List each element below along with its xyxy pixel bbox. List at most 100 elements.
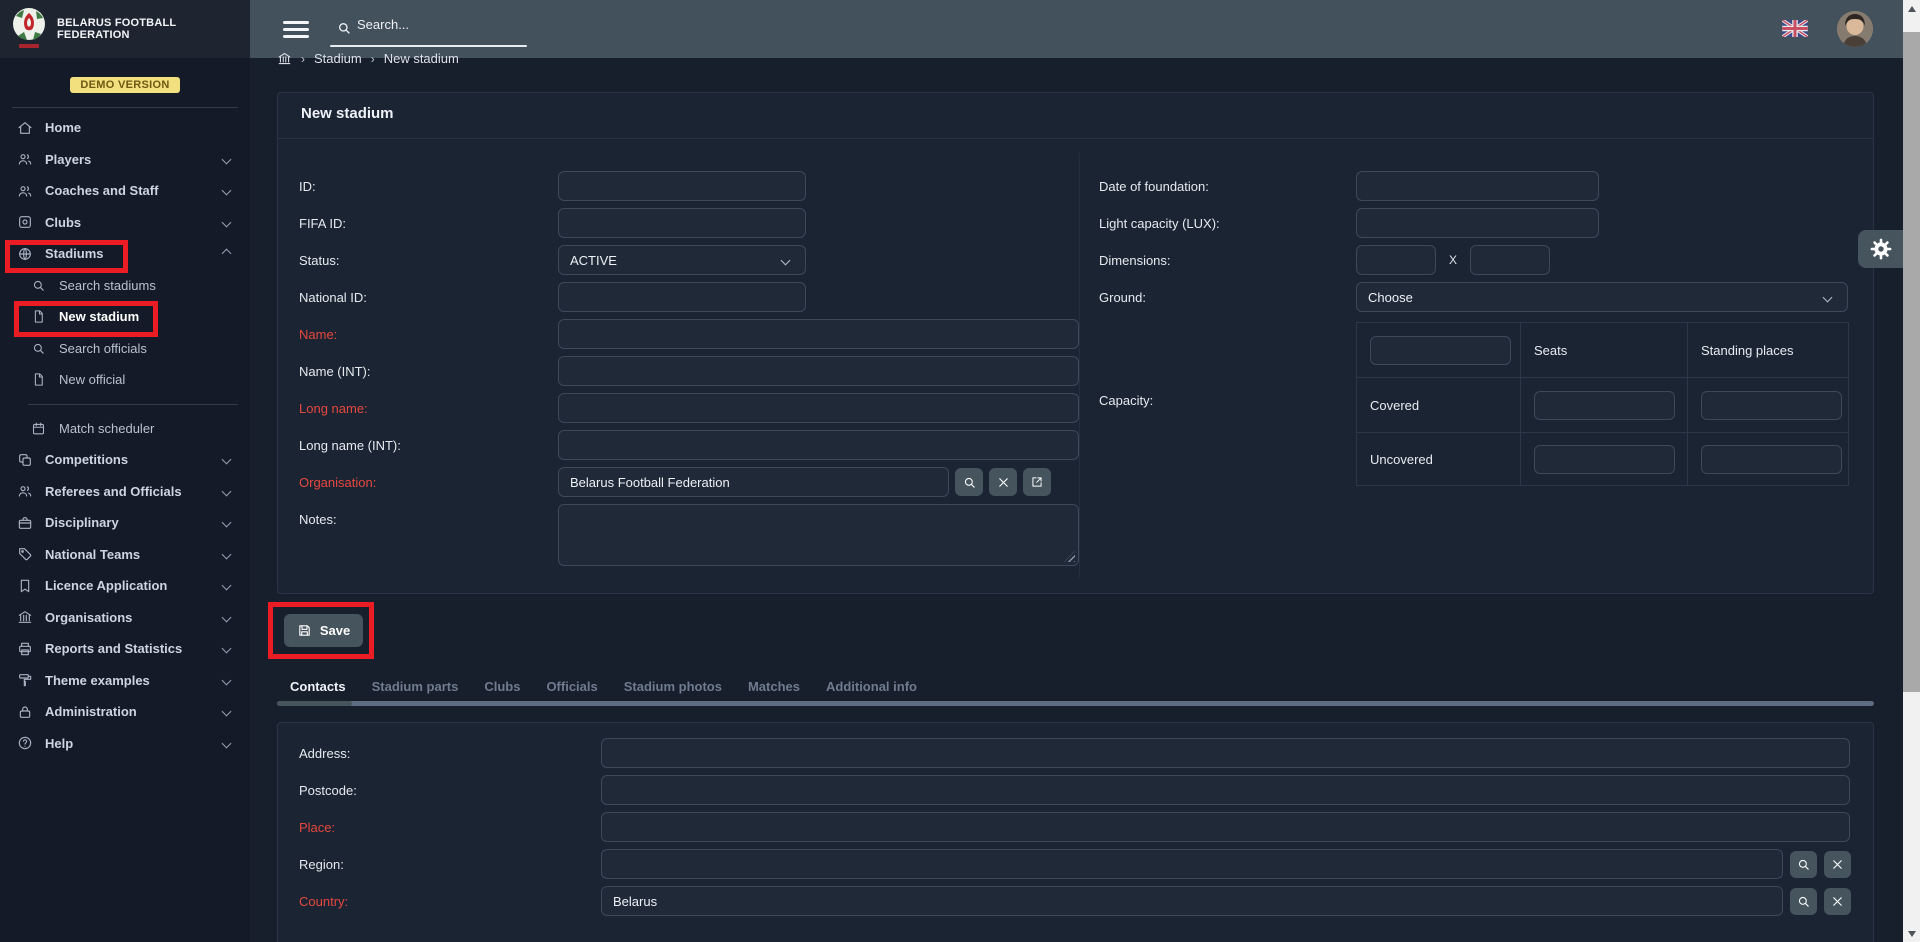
- scrollbar-thumb[interactable]: [1903, 32, 1920, 692]
- card-divider: [278, 138, 1873, 139]
- tab-clubs[interactable]: Clubs: [484, 679, 520, 694]
- status-select[interactable]: ACTIVE: [558, 245, 806, 275]
- long-name-input[interactable]: [558, 393, 1079, 423]
- sidebar-item-new-official[interactable]: New official: [0, 364, 250, 396]
- search-input[interactable]: [357, 17, 525, 32]
- uncovered-seats-input[interactable]: [1534, 445, 1675, 474]
- country-search-button[interactable]: [1790, 888, 1817, 915]
- region-search-button[interactable]: [1790, 851, 1817, 878]
- save-icon: [297, 623, 312, 638]
- language-flag-icon[interactable]: [1782, 20, 1808, 37]
- organisation-search-button[interactable]: [955, 468, 983, 496]
- capacity-header-cell: [1357, 323, 1521, 378]
- chevron-down-icon: [222, 581, 232, 591]
- region-input[interactable]: [601, 849, 1783, 879]
- sidebar-item-licence-application[interactable]: Licence Application: [0, 570, 250, 602]
- tab-contacts[interactable]: Contacts: [290, 679, 346, 694]
- capacity-row-uncovered: Uncovered: [1357, 433, 1521, 485]
- sidebar-item-administration[interactable]: Administration: [0, 696, 250, 728]
- name-input[interactable]: [558, 319, 1079, 349]
- country-input[interactable]: [601, 886, 1783, 916]
- scroll-up-arrow[interactable]: [1903, 0, 1920, 17]
- ground-select[interactable]: Choose: [1356, 282, 1848, 312]
- covered-standing-input[interactable]: [1701, 391, 1842, 420]
- app-root: BELARUS FOOTBALL FEDERATION DEMO VERSION…: [0, 0, 1920, 942]
- dimension-length-input[interactable]: [1356, 245, 1436, 275]
- tab-stadium-parts[interactable]: Stadium parts: [372, 679, 459, 694]
- sidebar-item-clubs[interactable]: Clubs: [0, 207, 250, 239]
- sidebar-item-theme-examples[interactable]: Theme examples: [0, 665, 250, 697]
- tab-officials[interactable]: Officials: [546, 679, 597, 694]
- national-id-input[interactable]: [558, 282, 806, 312]
- name-int-input[interactable]: [558, 356, 1079, 386]
- sidebar-item-disciplinary[interactable]: Disciplinary: [0, 507, 250, 539]
- place-input[interactable]: [601, 812, 1850, 842]
- home-bank-icon[interactable]: [277, 51, 292, 66]
- chevron-down-icon: [222, 644, 232, 654]
- sidebar-item-referees-and-officials[interactable]: Referees and Officials: [0, 476, 250, 508]
- postcode-input[interactable]: [601, 775, 1850, 805]
- contacts-row-address: Address:: [299, 737, 1859, 769]
- notes-textarea[interactable]: [558, 504, 1079, 566]
- light-capacity-lux-input[interactable]: [1356, 208, 1599, 238]
- contacts-row-region: Region:: [299, 848, 1859, 880]
- sidebar-item-organisations[interactable]: Organisations: [0, 602, 250, 634]
- brand-title: BELARUS FOOTBALL FEDERATION: [57, 17, 250, 41]
- address-input[interactable]: [601, 738, 1850, 768]
- breadcrumb-separator: ›: [371, 52, 375, 66]
- sidebar-item-search-stadiums[interactable]: Search stadiums: [0, 270, 250, 302]
- field-label: ID:: [299, 179, 558, 194]
- id-input[interactable]: [558, 171, 806, 201]
- capacity-cell: [1521, 433, 1688, 485]
- scroll-down-arrow[interactable]: [1903, 925, 1920, 942]
- date-of-foundation-input[interactable]: [1356, 171, 1599, 201]
- uncovered-standing-input[interactable]: [1701, 445, 1842, 474]
- dimensions-separator: X: [1449, 253, 1457, 267]
- menu-toggle-icon[interactable]: [283, 21, 309, 38]
- capacity-table: Seats Standing places Covered Uncovered: [1356, 322, 1849, 486]
- sidebar-item-help[interactable]: Help: [0, 728, 250, 760]
- organisation-open-button[interactable]: [1023, 468, 1051, 496]
- sidebar-item-stadiums[interactable]: Stadiums: [0, 238, 250, 270]
- breadcrumb-item-new-stadium: New stadium: [384, 51, 459, 66]
- bank-icon: [16, 609, 33, 626]
- capacity-name-input[interactable]: [1370, 336, 1511, 365]
- settings-gear-button[interactable]: [1858, 230, 1903, 268]
- dimension-width-input[interactable]: [1470, 245, 1550, 275]
- sidebar-item-national-teams[interactable]: National Teams: [0, 539, 250, 571]
- sidebar-item-players[interactable]: Players: [0, 144, 250, 176]
- form-row-organisation: Organisation:: [299, 467, 1079, 497]
- form-left-column: ID:FIFA ID:Status:ACTIVENational ID:Name…: [299, 171, 1079, 573]
- sidebar-item-home[interactable]: Home: [0, 112, 250, 144]
- breadcrumb-item-stadium[interactable]: Stadium: [314, 51, 362, 66]
- fifa-id-input[interactable]: [558, 208, 806, 238]
- user-avatar[interactable]: [1837, 11, 1873, 47]
- form-row-date-of-foundation: Date of foundation:: [1099, 171, 1875, 201]
- form-row-national-id: National ID:: [299, 282, 1079, 312]
- sidebar-item-coaches-and-staff[interactable]: Coaches and Staff: [0, 175, 250, 207]
- capacity-col-standing: Standing places: [1688, 323, 1848, 378]
- sidebar-item-match-scheduler[interactable]: Match scheduler: [0, 413, 250, 445]
- help-icon: [16, 735, 33, 752]
- contacts-form: Address:Postcode:Place:Region:Country:: [299, 737, 1859, 922]
- field-label: Country:: [299, 894, 601, 909]
- sidebar-item-competitions[interactable]: Competitions: [0, 444, 250, 476]
- sidebar-item-reports-and-statistics[interactable]: Reports and Statistics: [0, 633, 250, 665]
- capacity-label: Capacity:: [1099, 393, 1153, 408]
- long-name-int-input[interactable]: [558, 430, 1079, 460]
- tab-additional-info[interactable]: Additional info: [826, 679, 917, 694]
- organisation-clear-button[interactable]: [989, 468, 1017, 496]
- capacity-row-covered: Covered: [1357, 378, 1521, 433]
- capacity-cell: [1688, 433, 1848, 485]
- save-button[interactable]: Save: [284, 614, 363, 647]
- tab-matches[interactable]: Matches: [748, 679, 800, 694]
- covered-seats-input[interactable]: [1534, 391, 1675, 420]
- region-clear-button[interactable]: [1824, 851, 1851, 878]
- country-clear-button[interactable]: [1824, 888, 1851, 915]
- sidebar-item-search-officials[interactable]: Search officials: [0, 333, 250, 365]
- form-row-fifa-id: FIFA ID:: [299, 208, 1079, 238]
- organisation-input[interactable]: [558, 467, 949, 497]
- tab-stadium-photos[interactable]: Stadium photos: [624, 679, 722, 694]
- form-row-long-name: Long name:: [299, 393, 1079, 423]
- sidebar-item-new-stadium[interactable]: New stadium: [0, 301, 250, 333]
